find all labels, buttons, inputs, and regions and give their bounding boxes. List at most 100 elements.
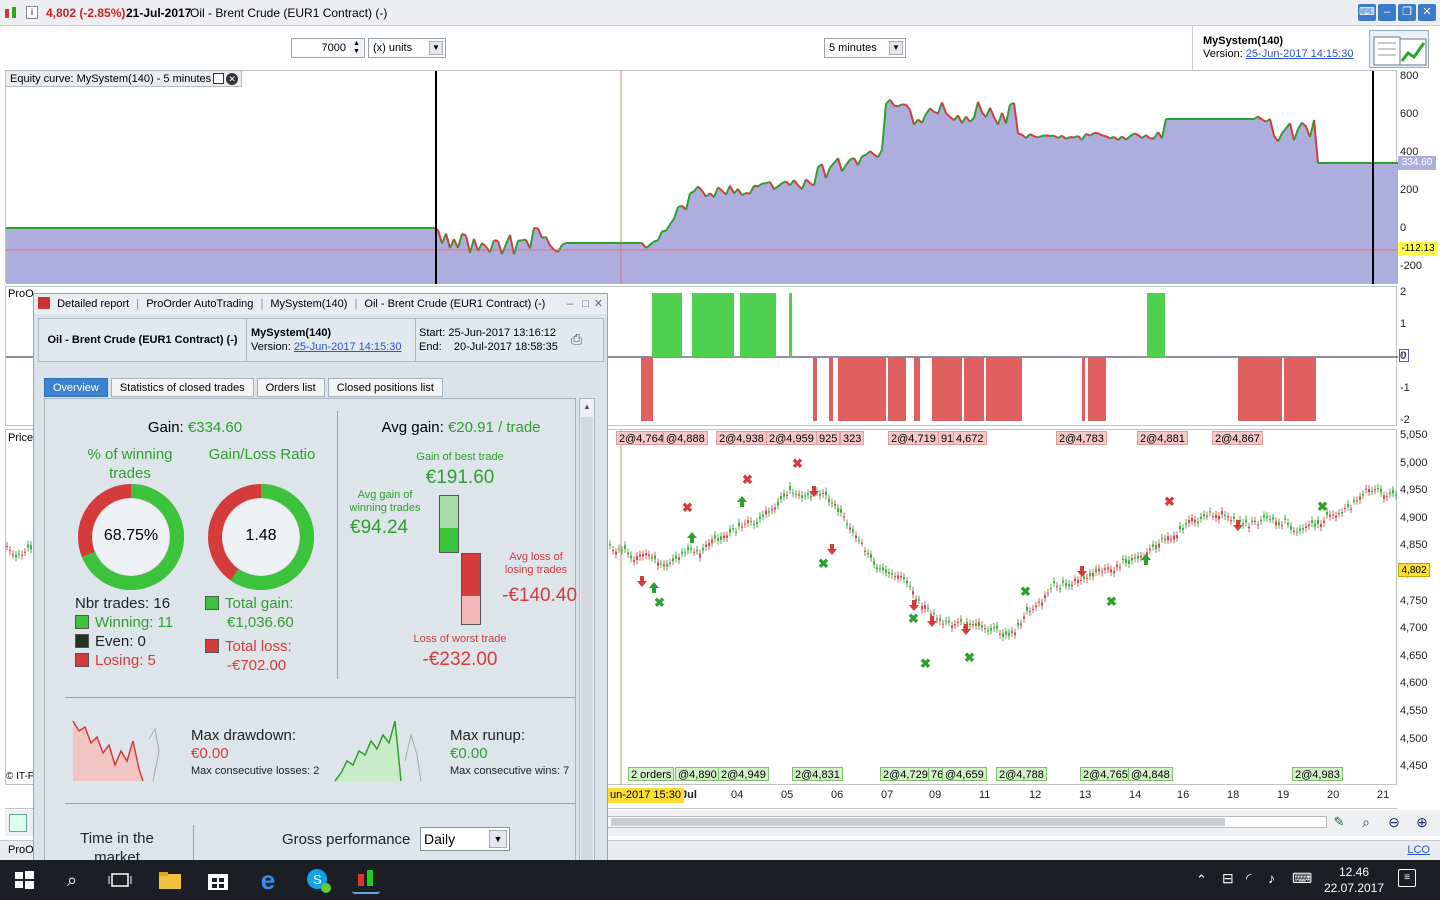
candle-body xyxy=(1074,578,1076,581)
order-tag[interactable]: 2 orders xyxy=(628,767,675,781)
store-icon[interactable] xyxy=(204,866,232,894)
svg-text:S: S xyxy=(313,872,322,887)
task-view-icon[interactable] xyxy=(106,866,134,894)
order-tag[interactable]: @4,888 xyxy=(663,431,708,445)
candle-body xyxy=(747,520,749,524)
order-tag[interactable]: 2@4,788 xyxy=(996,767,1047,781)
order-tag[interactable]: 323 xyxy=(840,431,865,445)
tab-closed-positions[interactable]: Closed positions list xyxy=(327,378,443,397)
winning-pct-value: 68.75% xyxy=(103,527,159,544)
tab-statistics[interactable]: Statistics of closed trades xyxy=(110,378,254,397)
candle-body xyxy=(1086,577,1088,579)
dialog-maximize-button[interactable]: □ xyxy=(582,294,589,314)
chart-settings-icon[interactable] xyxy=(9,814,27,832)
order-tag[interactable]: @4,659 xyxy=(942,767,987,781)
quantity-input[interactable]: 7000 ▲ ▼ xyxy=(291,38,365,58)
network-wired-icon[interactable]: ⊟ xyxy=(1222,870,1234,887)
candle-body xyxy=(1335,515,1337,518)
minimize-button[interactable]: – xyxy=(1378,4,1396,21)
skype-icon[interactable]: S xyxy=(304,866,332,894)
wifi-icon[interactable]: ◜ xyxy=(1246,870,1251,887)
proorder-icon[interactable] xyxy=(1369,30,1429,68)
candle-body xyxy=(1224,514,1226,516)
total-gain: Total gain: xyxy=(205,595,293,612)
order-tag[interactable]: 2@4,765 xyxy=(1080,767,1131,781)
keyboard-icon[interactable]: ⌨ xyxy=(1358,4,1376,21)
candle-body xyxy=(1059,588,1061,590)
order-tag[interactable]: @4,848 xyxy=(1128,767,1173,781)
gain-row: Gain: €334.60 xyxy=(147,419,243,436)
order-tag[interactable]: 925 xyxy=(816,431,841,445)
zoom-area-icon[interactable]: ⌕ xyxy=(1357,814,1375,832)
search-icon[interactable]: ⌕ xyxy=(58,866,86,894)
candle-body xyxy=(849,527,851,530)
order-tag[interactable]: 2@4,959 xyxy=(766,431,817,445)
prorealtime-taskbar-icon[interactable] xyxy=(352,866,380,894)
horizontal-scrollbar[interactable] xyxy=(607,816,1327,828)
report-version-link[interactable]: 25-Jun-2017 14:15:30 xyxy=(294,341,402,353)
close-button[interactable]: ✕ xyxy=(1418,4,1436,21)
dialog-minimize-button[interactable]: – xyxy=(567,294,573,314)
quantity-stepper[interactable]: ▲ ▼ xyxy=(350,40,363,56)
gross-performance-select[interactable]: Daily ▼ xyxy=(420,827,510,851)
exit-marker-icon: ✖ xyxy=(1106,594,1117,609)
time-tick-label: 11 xyxy=(979,789,991,801)
candle-body xyxy=(1359,496,1361,500)
zoom-out-icon[interactable]: ⊖ xyxy=(1385,814,1403,832)
order-tag[interactable]: 2@4,729 xyxy=(880,767,931,781)
volume-icon[interactable]: ♪ xyxy=(1268,870,1275,886)
edge-browser-icon[interactable]: e xyxy=(254,866,282,894)
taskbar-clock[interactable]: 12.46 22.07.2017 xyxy=(1322,864,1386,896)
order-tag[interactable]: 2@4,938 xyxy=(716,431,767,445)
order-tag[interactable]: @4,890 xyxy=(675,767,720,781)
zoom-in-icon[interactable]: ⊕ xyxy=(1413,814,1431,832)
max-consecutive-losses: Max consecutive losses: 2 xyxy=(191,765,320,777)
keyboard-layout-icon[interactable]: ⌨ xyxy=(1292,870,1312,887)
title-crumb-report: Detailed report xyxy=(57,298,130,310)
scroll-up-icon[interactable]: ▲ xyxy=(581,400,593,414)
order-tag[interactable]: 2@4,881 xyxy=(1137,431,1188,445)
info-icon[interactable]: i xyxy=(26,6,38,19)
version-link[interactable]: 25-Jun-2017 14:15:30 xyxy=(1246,48,1354,60)
candle-body xyxy=(651,557,653,559)
file-explorer-icon[interactable] xyxy=(156,866,184,894)
candle-body xyxy=(627,552,629,555)
axis-tick-label: 4,750 xyxy=(1400,594,1428,607)
notification-center-icon[interactable]: ≡ xyxy=(1398,869,1416,887)
chevron-up-icon[interactable]: ⌃ xyxy=(1196,872,1207,888)
order-tag[interactable]: 4,672 xyxy=(953,431,987,445)
scrollbar-thumb[interactable] xyxy=(611,818,1225,826)
timeframe-select[interactable]: 5 minutes ▼ xyxy=(824,38,906,58)
dialog-close-button[interactable]: ✕ xyxy=(594,294,603,314)
draw-tool-icon[interactable]: ✎ xyxy=(1330,814,1348,832)
maximize-icon[interactable] xyxy=(213,73,225,84)
order-tag[interactable]: 2@4,831 xyxy=(792,767,843,781)
units-select[interactable]: (x) units ▼ xyxy=(368,38,446,58)
order-tag[interactable]: 2@4,983 xyxy=(1292,767,1343,781)
order-tag[interactable]: 2@4,949 xyxy=(718,767,769,781)
status-instrument-link[interactable]: LCO xyxy=(1407,844,1430,856)
histogram-loss-bar xyxy=(829,357,833,421)
tab-orders-list[interactable]: Orders list xyxy=(256,378,325,397)
order-tag[interactable]: 2@4,783 xyxy=(1056,431,1107,445)
candle-body xyxy=(1002,633,1004,638)
candle-body xyxy=(1131,558,1133,561)
report-vertical-scrollbar[interactable]: ▲ xyxy=(579,398,595,900)
restore-button[interactable]: ❐ xyxy=(1398,4,1416,21)
print-icon[interactable]: ⎙ xyxy=(571,331,591,347)
candle-body xyxy=(1233,516,1235,519)
windows-start-icon[interactable] xyxy=(10,866,38,894)
close-icon[interactable]: ✕ xyxy=(226,73,239,85)
order-tag[interactable]: 2@4,764 xyxy=(616,431,667,445)
order-tag[interactable]: 2@4,719 xyxy=(888,431,939,445)
report-scroll-thumb[interactable] xyxy=(581,417,593,897)
histogram-loss-bar xyxy=(1284,357,1316,421)
candle-body xyxy=(1185,522,1187,525)
exit-marker-icon: ✖ xyxy=(742,472,753,487)
candle-body xyxy=(1284,518,1286,520)
order-tag[interactable]: 2@4,867 xyxy=(1212,431,1263,445)
tab-overview[interactable]: Overview xyxy=(44,378,108,397)
worst-trade-label: Loss of worst trade xyxy=(413,633,507,645)
equity-segment xyxy=(893,104,899,108)
candle-body xyxy=(981,624,983,628)
